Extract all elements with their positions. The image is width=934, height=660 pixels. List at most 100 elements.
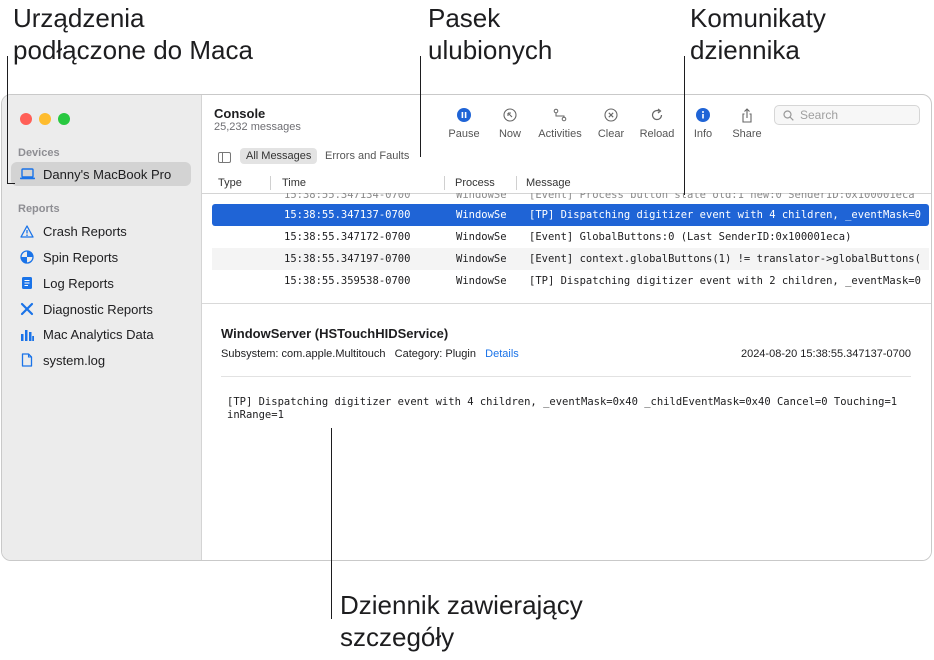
column-message[interactable]: Message xyxy=(526,177,571,189)
callout-line-favbar xyxy=(420,56,422,157)
sidebar-item-label: Diagnostic Reports xyxy=(43,301,153,317)
detail-divider xyxy=(221,376,911,377)
clear-label: Clear xyxy=(597,128,625,140)
sidebar-item-crash-reports[interactable]: Crash Reports xyxy=(11,219,191,243)
pause-button[interactable]: Pause xyxy=(439,106,489,140)
detail-message: [TP] Dispatching digitizer event with 4 … xyxy=(227,396,907,422)
devices-header: Devices xyxy=(18,147,60,159)
callout-details-line2: szczegóły xyxy=(340,622,455,652)
sidebar-item-label: Mac Analytics Data xyxy=(43,326,154,342)
sidebar-item-system-log[interactable]: system.log xyxy=(11,348,191,372)
callout-line-details xyxy=(331,428,333,619)
window-title: Console xyxy=(214,106,266,121)
table-row[interactable]: 15:38:55.347172-0700 WindowSe [Event] Gl… xyxy=(212,226,929,248)
reload-label: Reload xyxy=(639,128,675,140)
detail-meta: Subsystem: com.apple.Multitouch Category… xyxy=(221,348,519,360)
detail-message-line1: [TP] Dispatching digitizer event with 4 … xyxy=(227,396,898,408)
details-link[interactable]: Details xyxy=(485,348,519,360)
clear-button[interactable]: Clear xyxy=(586,106,636,140)
detail-title: WindowServer (HSTouchHIDService) xyxy=(221,326,449,341)
sidebar: Devices Danny's MacBook Pro Reports Cras… xyxy=(2,95,202,560)
row-time: 15:38:55.347137-0700 xyxy=(284,209,411,221)
minimize-window-button[interactable] xyxy=(39,113,51,125)
callout-favbar: Pasek ulubionych xyxy=(428,2,552,66)
detail-category: Category: Plugin xyxy=(394,348,476,360)
callout-messages-line2: dziennika xyxy=(690,35,800,65)
callout-devices: Urządzenia podłączone do Maca xyxy=(13,2,253,66)
sidebar-item-spin-reports[interactable]: Spin Reports xyxy=(11,245,191,269)
sidebar-item-device[interactable]: Danny's MacBook Pro xyxy=(11,162,191,186)
search-field[interactable]: Search xyxy=(774,105,920,125)
row-process: WindowSe xyxy=(456,275,507,287)
sidebar-item-label: Log Reports xyxy=(43,275,114,291)
favorites-bar: All Messages Errors and Faults xyxy=(202,145,931,167)
row-process: WindowSe xyxy=(456,231,507,243)
info-label: Info xyxy=(693,128,713,140)
favorite-errors-faults[interactable]: Errors and Faults xyxy=(319,148,415,164)
share-button[interactable]: Share xyxy=(722,106,772,140)
bar-chart-icon xyxy=(19,326,35,342)
column-time[interactable]: Time xyxy=(282,177,306,189)
sidebar-toggle-icon[interactable] xyxy=(218,150,231,168)
detail-pane: WindowServer (HSTouchHIDService) Subsyst… xyxy=(202,303,931,560)
pause-label: Pause xyxy=(448,128,480,140)
row-message: [Event] Process button state old:1 new:0… xyxy=(529,193,915,201)
column-divider[interactable] xyxy=(270,176,271,190)
now-icon xyxy=(501,106,519,124)
sidebar-item-log-reports[interactable]: Log Reports xyxy=(11,271,191,295)
callout-favbar-line1: Pasek xyxy=(428,3,501,33)
zoom-window-button[interactable] xyxy=(58,113,70,125)
message-count: 25,232 messages xyxy=(214,121,301,133)
now-label: Now xyxy=(498,128,521,140)
sidebar-item-mac-analytics[interactable]: Mac Analytics Data xyxy=(11,322,191,346)
laptop-icon xyxy=(19,166,35,182)
callout-devices-line1: Urządzenia xyxy=(13,3,145,33)
column-type[interactable]: Type xyxy=(218,177,242,189)
tools-icon xyxy=(19,301,35,317)
table-row[interactable]: 15:38:55.359538-0700 WindowSe [TP] Dispa… xyxy=(212,270,929,292)
share-label: Share xyxy=(732,128,762,140)
callout-messages: Komunikaty dziennika xyxy=(690,2,826,66)
row-time: 15:38:55.347172-0700 xyxy=(284,231,411,243)
sidebar-item-label: Crash Reports xyxy=(43,223,127,239)
activities-button[interactable]: Activities xyxy=(535,106,585,140)
activities-icon xyxy=(551,106,569,124)
row-process: WindowSe xyxy=(456,209,507,221)
row-process: WindowSe xyxy=(456,253,507,265)
document-icon xyxy=(19,275,35,291)
row-time: 15:38:55.359538-0700 xyxy=(284,275,411,287)
callout-line-devices xyxy=(7,56,9,184)
console-window: Devices Danny's MacBook Pro Reports Cras… xyxy=(1,94,932,561)
pause-icon xyxy=(455,106,473,124)
share-icon xyxy=(738,106,756,124)
main-pane: Console 25,232 messages Pause Now Activi… xyxy=(202,95,931,560)
column-process[interactable]: Process xyxy=(455,177,495,189)
row-process: WindowSe xyxy=(456,193,507,201)
activities-label: Activities xyxy=(538,128,582,140)
callout-messages-line1: Komunikaty xyxy=(690,3,826,33)
sidebar-item-diagnostic-reports[interactable]: Diagnostic Reports xyxy=(11,297,191,321)
info-button[interactable]: Info xyxy=(678,106,728,140)
row-message: [Event] GlobalButtons:0 (Last SenderID:0… xyxy=(529,231,852,243)
reload-button[interactable]: Reload xyxy=(632,106,682,140)
sidebar-item-label: Spin Reports xyxy=(43,249,119,265)
row-message: [TP] Dispatching digitizer event with 2 … xyxy=(529,275,921,287)
detail-message-line2: inRange=1 xyxy=(227,409,284,421)
row-time: 15:38:55.347197-0700 xyxy=(284,253,411,265)
table-row-selected[interactable]: 15:38:55.347137-0700 WindowSe [TP] Dispa… xyxy=(212,204,929,226)
close-window-button[interactable] xyxy=(20,113,32,125)
info-icon xyxy=(694,106,712,124)
search-icon xyxy=(783,109,794,121)
detail-timestamp: 2024-08-20 15:38:55.347137-0700 xyxy=(740,348,911,360)
favorite-all-messages[interactable]: All Messages xyxy=(240,148,318,164)
reload-icon xyxy=(648,106,666,124)
search-placeholder: Search xyxy=(800,108,839,122)
column-divider[interactable] xyxy=(516,176,517,190)
now-button[interactable]: Now xyxy=(485,106,535,140)
callout-devices-line2: podłączone do Maca xyxy=(13,35,253,65)
column-divider[interactable] xyxy=(444,176,445,190)
log-table: 15:38:55.347134-0700 WindowSe [Event] Pr… xyxy=(202,193,931,303)
row-time: 15:38:55.347134-0700 xyxy=(284,193,411,201)
row-message: [Event] context.globalButtons(1) != tran… xyxy=(529,253,921,265)
table-row[interactable]: 15:38:55.347197-0700 WindowSe [Event] co… xyxy=(212,248,929,270)
